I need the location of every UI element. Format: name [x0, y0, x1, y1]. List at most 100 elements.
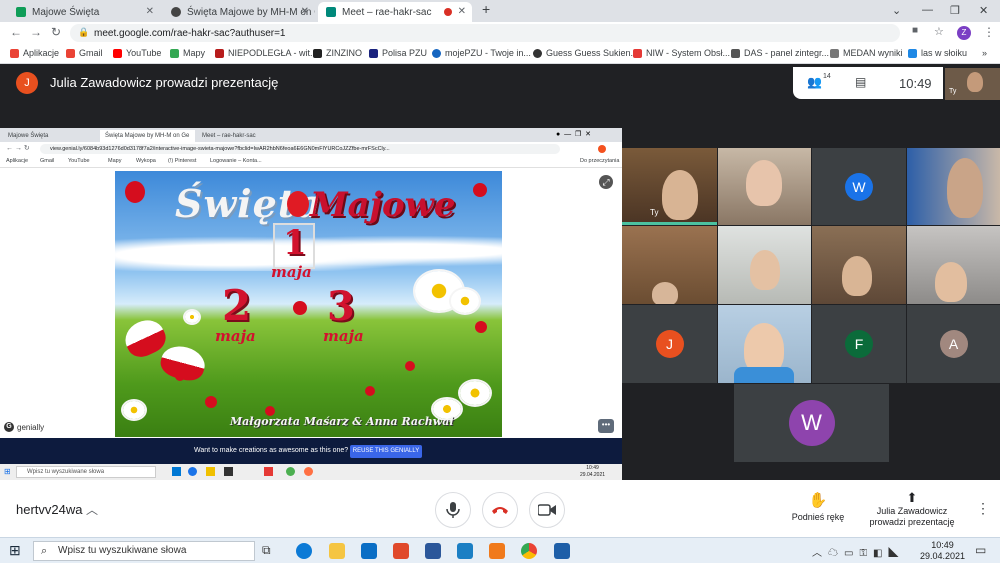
globe-icon — [533, 48, 542, 58]
participant-tile[interactable]: W — [734, 384, 889, 462]
notifications-icon[interactable]: ▭ — [975, 543, 986, 557]
participant-tile[interactable] — [718, 305, 811, 383]
taskbar-clock[interactable]: 10:49 29.04.2021 — [920, 540, 965, 562]
participant-tile[interactable]: J — [622, 305, 717, 383]
task-view-icon[interactable]: ⧉ — [262, 543, 278, 559]
search-icon: ⌕ — [41, 545, 48, 557]
bookmark-apps[interactable]: Aplikacje — [10, 48, 59, 58]
address-bar[interactable]: 🔒 meet.google.com/rae-hakr-sac?authuser=… — [70, 24, 900, 42]
meeting-code[interactable]: hertvv24wa — [16, 502, 82, 517]
back-button[interactable]: ← — [10, 25, 22, 39]
minimize-button[interactable]: — — [922, 4, 933, 16]
leave-call-button[interactable] — [482, 492, 518, 528]
tab-search-icon[interactable]: ⌄ — [892, 4, 901, 17]
bookmark-star-icon[interactable]: ☆ — [934, 25, 944, 38]
office-icon[interactable] — [393, 543, 409, 559]
maximize-button[interactable]: ❐ — [950, 4, 960, 17]
close-icon[interactable]: ✕ — [301, 6, 309, 17]
shared-bookmark: Do przeczytania — [580, 158, 620, 164]
bookmark-mojepzu[interactable]: mojePZU - Twoje in... — [432, 48, 531, 58]
file-explorer-icon[interactable] — [329, 543, 345, 559]
shared-windows-icon: ⊞ — [4, 467, 11, 476]
word-icon[interactable] — [425, 543, 441, 559]
bookmark-youtube[interactable]: YouTube — [113, 48, 161, 58]
chrome-icon[interactable] — [521, 543, 537, 559]
bookmark-medan[interactable]: MEDAN wyniki — [830, 48, 903, 58]
bookmark-niw[interactable]: NIW - System Obsł... — [633, 48, 730, 58]
edge-icon[interactable] — [296, 543, 312, 559]
slide-title-majowe: Majowe — [310, 185, 456, 225]
app-icon[interactable] — [489, 543, 505, 559]
profile-avatar[interactable]: Z — [957, 26, 971, 40]
browser-tab-meet[interactable]: Meet – rae-hakr-sac ✕ — [318, 2, 472, 22]
shared-bookmarks-bar: Aplikacje Gmail YouTube Mapy Wykopa (!) … — [0, 156, 622, 168]
close-icon[interactable]: ✕ — [458, 6, 466, 17]
bookmark-guess[interactable]: Guess Guess Sukien... — [533, 48, 638, 58]
participant-video — [662, 170, 698, 220]
browser-tab-genially[interactable]: Święta Majowe by MH-M on Ge ✕ — [163, 2, 315, 22]
mail-icon[interactable] — [361, 543, 377, 559]
people-icon[interactable]: 👥 — [807, 75, 822, 89]
raise-hand-label: Podnieś rękę — [791, 512, 845, 522]
clock-time: 10:49 — [899, 76, 932, 91]
camera-permission-icon[interactable]: ■ — [912, 25, 918, 36]
microphone-button[interactable] — [435, 492, 471, 528]
taskbar-search-box[interactable]: ⌕ Wpisz tu wyszukiwane słowa — [33, 541, 255, 561]
reload-button[interactable]: ↻ — [51, 25, 61, 39]
photos-icon[interactable] — [554, 543, 570, 559]
presentation-button[interactable]: ⬆ Julia Zawadowicz prowadzi prezentację — [862, 490, 962, 528]
camera-icon — [538, 504, 556, 516]
more-options-icon[interactable]: ⋮ — [976, 500, 990, 517]
shared-tab-label: Majowe Święta — [8, 133, 49, 139]
bookmark-niepodlegla[interactable]: NIEPODLEGŁA - wit... — [215, 48, 318, 58]
system-tray-icons[interactable]: ︿☁▭⚿◧◣ — [812, 544, 905, 559]
participant-tile[interactable] — [907, 226, 1000, 304]
participant-tile[interactable] — [812, 226, 906, 304]
participant-tile[interactable]: F — [812, 305, 906, 383]
shared-profile-icon — [598, 145, 606, 153]
more-bookmarks-icon[interactable]: » — [982, 48, 987, 58]
participant-tile[interactable] — [622, 226, 717, 304]
bookmark-polisa-pzu[interactable]: Polisa PZU — [369, 48, 427, 58]
participant-tile[interactable]: A — [907, 305, 1000, 383]
date-1-number: 1 — [283, 223, 307, 263]
promo-text: Want to make creations as awesome as thi… — [194, 447, 349, 454]
bookmark-maps[interactable]: Mapy — [170, 48, 205, 58]
menu-dots-icon[interactable]: ⋮ — [983, 25, 995, 39]
meet-header: J Julia Zawadowicz prowadzi prezentację … — [0, 64, 1000, 102]
shared-app-icon — [286, 467, 295, 476]
shared-tab: Majowe Święta — [3, 130, 98, 142]
shared-screen: Majowe Święta Święta Majowe by MH-M on G… — [0, 128, 622, 480]
reuse-genially-button[interactable]: REUSE THIS GENIALLY — [350, 445, 422, 458]
bookmark-zinzino[interactable]: ZINZINO — [313, 48, 362, 58]
participant-tile[interactable] — [718, 226, 811, 304]
camera-button[interactable] — [529, 492, 565, 528]
participant-tile[interactable]: W — [812, 148, 906, 225]
bookmark-das[interactable]: DAS - panel zintegr... — [731, 48, 829, 58]
zinzino-icon — [313, 48, 322, 58]
participant-tile-self[interactable]: Ty — [622, 148, 717, 225]
bookmark-las[interactable]: las w słoiku — [908, 48, 967, 58]
new-tab-button[interactable]: + — [482, 1, 490, 17]
shared-clock: 10:49 29.04.2021 — [580, 465, 605, 479]
shared-bookmark: YouTube — [68, 158, 90, 164]
more-options-icon[interactable]: ••• — [598, 419, 614, 433]
browser-tab-majowe[interactable]: Majowe Święta ✕ — [8, 2, 160, 22]
app-icon[interactable] — [457, 543, 473, 559]
daisy-flower — [185, 311, 199, 323]
close-window-button[interactable]: ✕ — [979, 4, 988, 17]
windows-start-icon[interactable]: ⊞ — [9, 542, 21, 559]
forward-button[interactable]: → — [30, 25, 42, 39]
participant-tile[interactable] — [907, 148, 1000, 225]
close-icon[interactable]: ✕ — [146, 6, 154, 17]
chat-icon[interactable]: ▤ — [855, 75, 866, 89]
raise-hand-button[interactable]: ✋ Podnieś rękę — [785, 490, 851, 523]
expand-icon[interactable]: ⤢ — [599, 175, 613, 189]
self-view-tile[interactable]: Ty — [945, 68, 1000, 100]
participant-tile[interactable] — [718, 148, 811, 225]
poppy-flower — [293, 301, 307, 315]
poppy-flower — [365, 386, 375, 396]
bookmark-gmail[interactable]: Gmail — [66, 48, 103, 58]
shared-app-icon — [224, 467, 233, 476]
chevron-up-icon[interactable]: ︿ — [86, 501, 98, 518]
